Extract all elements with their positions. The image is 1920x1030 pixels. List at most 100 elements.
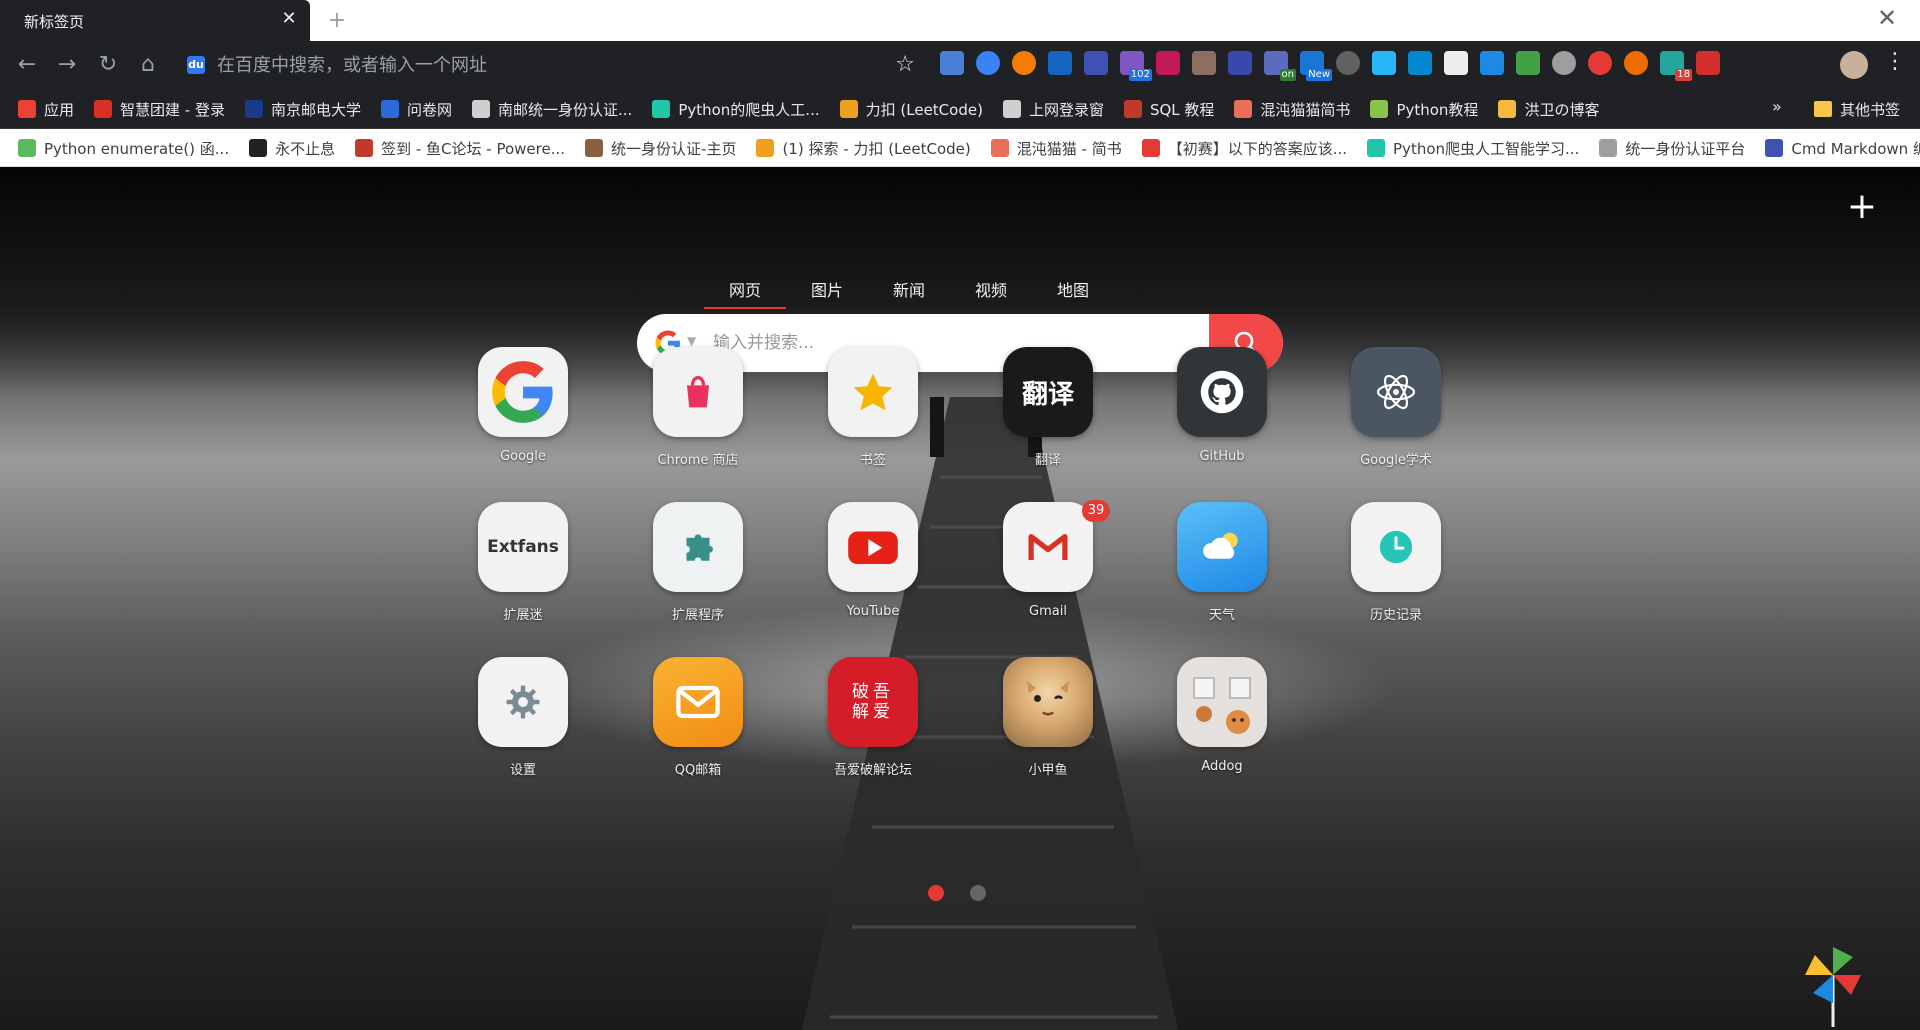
- bookmark-favicon-icon: [472, 100, 490, 118]
- folder-icon: [1814, 101, 1832, 117]
- page-dot[interactable]: [928, 885, 944, 901]
- extension-icon[interactable]: [1552, 51, 1576, 75]
- bookmark-item[interactable]: 问卷网: [380, 99, 452, 120]
- tab-images[interactable]: 图片: [786, 277, 868, 309]
- app-weather[interactable]: 天气: [1152, 502, 1292, 623]
- bookmarks-overflow-button[interactable]: »: [1772, 97, 1782, 116]
- app-extfans[interactable]: Extfans 扩展迷: [453, 502, 593, 623]
- bookmark-label: Python的爬虫人工...: [678, 100, 820, 119]
- app-history[interactable]: 历史记录: [1326, 502, 1466, 623]
- extension-icon[interactable]: [940, 51, 964, 75]
- tab-new-tab[interactable]: 新标签页 ✕: [0, 0, 310, 41]
- omnibox-input[interactable]: [217, 53, 857, 77]
- bookmark-item[interactable]: SQL 教程: [1123, 99, 1214, 120]
- extension-icon[interactable]: [1336, 51, 1360, 75]
- new-tab-button[interactable]: +: [324, 8, 350, 34]
- bookmark-star-icon[interactable]: ☆: [895, 52, 915, 77]
- bookmark-item[interactable]: 统一身份认证-主页: [585, 138, 736, 159]
- pinwheel-icon[interactable]: [1805, 947, 1861, 1027]
- app-qqmail[interactable]: QQ邮箱: [628, 657, 768, 778]
- app-google-scholar[interactable]: Google学术: [1326, 347, 1466, 468]
- tab-web[interactable]: 网页: [704, 277, 786, 309]
- bookmark-favicon-icon: [1141, 139, 1160, 157]
- bookmark-favicon-icon: [380, 100, 399, 118]
- tab-news[interactable]: 新闻: [868, 277, 950, 309]
- bookmark-item[interactable]: (1) 探索 - 力扣 (LeetCode): [756, 138, 971, 159]
- home-icon[interactable]: ⌂: [135, 52, 161, 78]
- baidu-icon: du: [187, 56, 205, 74]
- bookmark-item[interactable]: Cmd Markdown 编辑: [1765, 138, 1920, 159]
- reload-icon[interactable]: ↻: [95, 52, 121, 78]
- menu-icon[interactable]: ⋮: [1884, 49, 1906, 74]
- bookmark-item[interactable]: 洪卫の博客: [1498, 99, 1599, 120]
- bookmark-item[interactable]: 混沌猫猫简书: [1234, 99, 1350, 120]
- bookmark-item[interactable]: 签到 - 鱼C论坛 - Powere...: [355, 138, 565, 159]
- app-bookmarks[interactable]: 书签: [803, 347, 943, 468]
- bookmark-favicon-icon: [1234, 100, 1253, 118]
- extension-icon[interactable]: 102: [1120, 51, 1152, 81]
- chevron-down-icon[interactable]: ▼: [687, 334, 696, 348]
- extension-icon[interactable]: [1048, 51, 1072, 75]
- app-gmail[interactable]: 39 Gmail: [978, 500, 1118, 619]
- search-category-tabs: 网页 图片 新闻 视频 地图: [704, 277, 1114, 309]
- app-settings[interactable]: 设置: [453, 657, 593, 778]
- extension-icon[interactable]: [1012, 51, 1036, 75]
- other-bookmarks-folder[interactable]: 其他书签: [1814, 89, 1900, 129]
- bookmark-item[interactable]: 应用: [18, 99, 74, 120]
- app-label: Google: [500, 449, 546, 464]
- bookmark-item[interactable]: 力扣 (LeetCode): [839, 99, 983, 120]
- extension-icon[interactable]: [1372, 51, 1396, 75]
- extension-icon[interactable]: [1084, 51, 1108, 75]
- app-extensions[interactable]: 扩展程序: [628, 502, 768, 623]
- bookmark-item[interactable]: 统一身份认证平台: [1599, 138, 1745, 159]
- tab-maps[interactable]: 地图: [1032, 277, 1114, 309]
- extension-icon[interactable]: [1696, 51, 1720, 75]
- close-tab-icon[interactable]: ✕: [278, 8, 300, 30]
- extension-icon[interactable]: New: [1300, 51, 1332, 81]
- page-dot[interactable]: [970, 885, 986, 901]
- bookmark-item[interactable]: Python enumerate() 函...: [18, 138, 229, 159]
- extension-icon[interactable]: [1228, 51, 1252, 75]
- extension-icon[interactable]: 18: [1660, 51, 1692, 81]
- bookmark-item[interactable]: 混沌猫猫 - 简书: [990, 138, 1122, 159]
- app-chrome-store[interactable]: Chrome 商店: [628, 347, 768, 468]
- profile-avatar[interactable]: [1840, 51, 1868, 79]
- extension-icon[interactable]: [1408, 51, 1432, 75]
- extension-icon[interactable]: [1480, 51, 1504, 75]
- app-addog[interactable]: Addog: [1152, 657, 1292, 774]
- window-close-button[interactable]: ✕: [1872, 4, 1902, 32]
- bookmark-item[interactable]: 【初赛】以下的答案应该...: [1141, 138, 1347, 159]
- bookmark-item[interactable]: 南京邮电大学: [244, 99, 361, 120]
- add-shortcut-icon[interactable]: +: [1844, 189, 1880, 225]
- address-bar[interactable]: du ☆: [175, 47, 933, 83]
- app-label: 书签: [859, 453, 886, 468]
- bookmark-item[interactable]: 智慧团建 - 登录: [94, 99, 225, 120]
- bookmark-label: Python enumerate() 函...: [44, 139, 230, 158]
- bookmark-label: 问卷网: [406, 100, 452, 119]
- extension-icon[interactable]: [1588, 51, 1612, 75]
- bookmark-item[interactable]: 上网登录窗: [1002, 99, 1104, 120]
- app-label: 扩展迷: [503, 608, 543, 623]
- app-github[interactable]: GitHub: [1152, 347, 1292, 464]
- app-52pojie[interactable]: 破吾解爱 吾爱破解论坛: [803, 657, 943, 778]
- app-google[interactable]: Google: [453, 347, 593, 464]
- extension-icon[interactable]: [1192, 51, 1216, 75]
- bookmark-item[interactable]: 永不止息: [249, 138, 335, 159]
- extension-icon[interactable]: [976, 51, 1000, 75]
- forward-arrow-icon[interactable]: →: [54, 52, 80, 78]
- back-arrow-icon[interactable]: ←: [14, 52, 40, 78]
- extension-icon[interactable]: [1516, 51, 1540, 75]
- bookmark-item[interactable]: Python教程: [1370, 99, 1478, 120]
- extension-icon[interactable]: [1444, 51, 1468, 75]
- extension-icon[interactable]: on: [1264, 51, 1296, 81]
- app-youtube[interactable]: YouTube: [803, 502, 943, 619]
- app-translate[interactable]: 翻译 翻译: [978, 347, 1118, 468]
- bookmark-item[interactable]: Python爬虫人工智能学习...: [1367, 138, 1579, 159]
- bookmark-item[interactable]: Python的爬虫人工...: [652, 99, 820, 120]
- puzzle-icon: [653, 502, 743, 592]
- bookmark-item[interactable]: 南邮统一身份认证...: [472, 99, 632, 120]
- extension-icon[interactable]: [1156, 51, 1180, 75]
- extension-icon[interactable]: [1624, 51, 1648, 75]
- tab-videos[interactable]: 视频: [950, 277, 1032, 309]
- app-xiaojiayu[interactable]: 小甲鱼: [978, 657, 1118, 778]
